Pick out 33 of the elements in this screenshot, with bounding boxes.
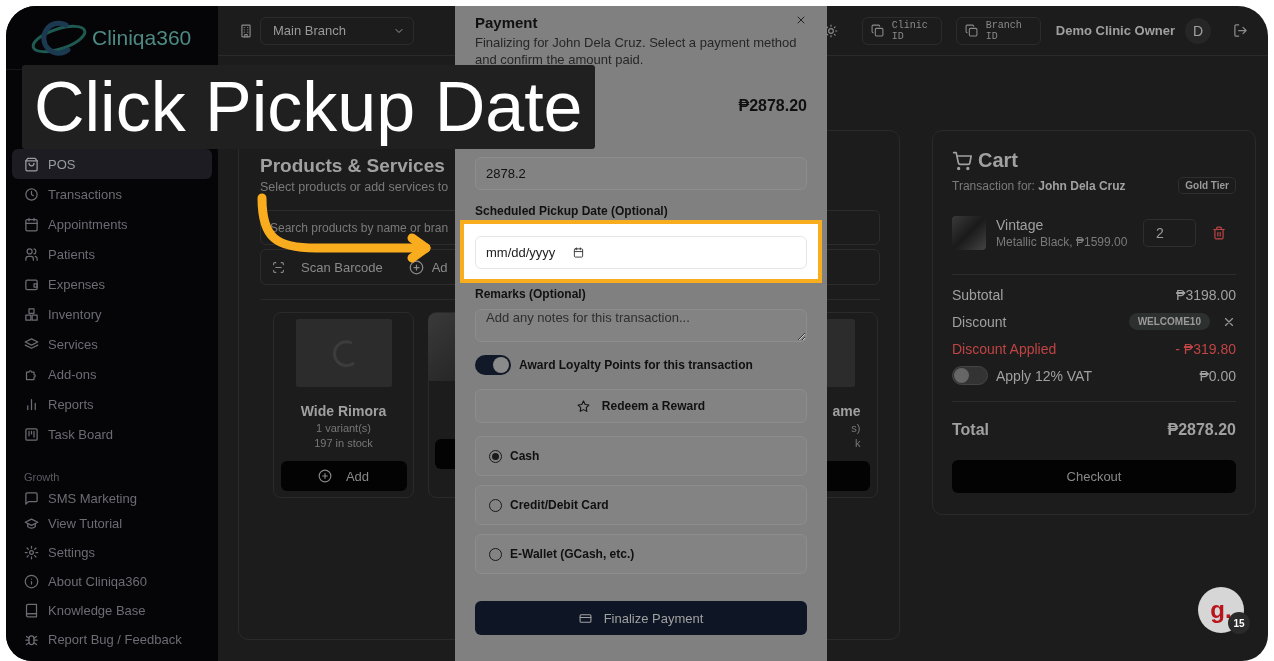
summary-value: ₱0.00: [1199, 367, 1236, 384]
modal-description: Finalizing for John Dela Cruz. Select a payment method and confirm the amount paid.: [475, 34, 798, 68]
customer-line: Transaction for: John Dela Cruz: [952, 178, 1126, 193]
variant-count: s): [851, 422, 861, 434]
modal-title: Payment: [475, 14, 538, 31]
summary-label: Discount Applied: [952, 340, 1057, 357]
section-subtitle: Select products or add services to: [260, 180, 449, 194]
variant-count: 1 variant(s): [316, 422, 371, 434]
field-label: Scheduled Pickup Date (Optional): [475, 204, 669, 218]
cart-title: Cart: [978, 149, 1018, 172]
section-heading: Growth: [24, 471, 61, 483]
product-name: ame: [832, 403, 861, 419]
item-detail: Metallic Black, ₱1599.00: [996, 235, 1129, 249]
summary-label: Subtotal: [952, 286, 1004, 303]
total-value: ₱2878.20: [1167, 420, 1236, 439]
summary-value: ₱3198.00: [1176, 286, 1236, 303]
field-label: Remarks (Optional): [475, 287, 587, 301]
logo-text: Cliniqa360: [92, 25, 192, 50]
vat-label: Apply 12% VAT: [996, 367, 1092, 384]
discount-code: WELCOME10: [1128, 313, 1210, 330]
summary-value: - ₱319.80: [1175, 340, 1236, 357]
user-name: Demo Clinic Owner: [1055, 23, 1175, 38]
item-name: Vintage: [996, 217, 1045, 233]
total-label: Total: [952, 420, 990, 439]
caption-tooltip: Click Pickup Date: [22, 65, 595, 149]
summary-label: Discount: [952, 313, 1007, 330]
stock-count: k: [855, 437, 861, 449]
loyalty-label: Award Loyalty Points for this transaction: [519, 358, 753, 372]
total-due-amount: ₱2878.20: [738, 97, 807, 115]
product-name: Wide Rimora: [300, 403, 387, 419]
tier-badge: Gold Tier: [1178, 177, 1236, 194]
section-title: Products & Services: [260, 154, 445, 178]
stock-count: 197 in stock: [314, 437, 373, 449]
